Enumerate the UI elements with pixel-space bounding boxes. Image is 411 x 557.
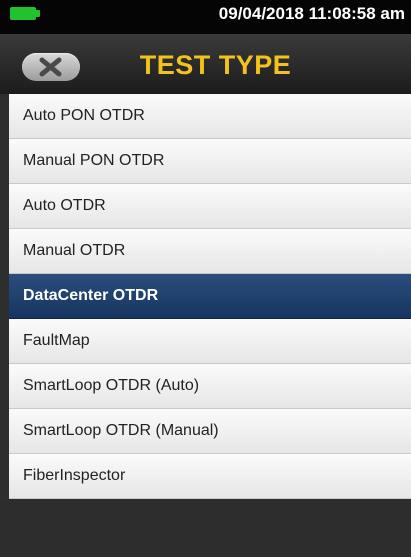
list-item-fiberinspector[interactable]: FiberInspector [9, 454, 411, 499]
list-item-label: Manual PON OTDR [23, 152, 165, 169]
list-item-auto-otdr[interactable]: Auto OTDR [9, 184, 411, 229]
list-item-label: SmartLoop OTDR (Auto) [23, 377, 200, 394]
battery-icon [10, 7, 36, 20]
battery-tip [36, 10, 40, 17]
page-title: TEST TYPE [139, 50, 292, 80]
list-item-label: Auto OTDR [23, 197, 106, 214]
device-screen: 09/04/2018 11:08:58 am TEST TYPE Auto PO… [0, 0, 411, 557]
list-item-smartloop-otdr-manual[interactable]: SmartLoop OTDR (Manual) [9, 409, 411, 454]
list-item-label: SmartLoop OTDR (Manual) [23, 422, 219, 439]
list-item-manual-otdr[interactable]: Manual OTDR [9, 229, 411, 274]
list-item-smartloop-otdr-auto[interactable]: SmartLoop OTDR (Auto) [9, 364, 411, 409]
list-item-datacenter-otdr[interactable]: DataCenter OTDR [9, 274, 411, 319]
list-item-auto-pon-otdr[interactable]: Auto PON OTDR [9, 94, 411, 139]
list-item-label: Manual OTDR [23, 242, 126, 259]
list-item-label: FaultMap [23, 332, 90, 349]
test-type-list: Auto PON OTDR Manual PON OTDR Auto OTDR … [9, 94, 411, 499]
bottom-bar [0, 499, 411, 557]
list-item-label: DataCenter OTDR [23, 287, 159, 304]
status-datetime: 09/04/2018 11:08:58 am [218, 4, 405, 23]
list-item-label: Auto PON OTDR [23, 107, 145, 124]
list-item-label: FiberInspector [23, 467, 126, 484]
list-item-faultmap[interactable]: FaultMap [9, 319, 411, 364]
list-item-manual-pon-otdr[interactable]: Manual PON OTDR [9, 139, 411, 184]
status-bar: 09/04/2018 11:08:58 am [0, 0, 411, 34]
